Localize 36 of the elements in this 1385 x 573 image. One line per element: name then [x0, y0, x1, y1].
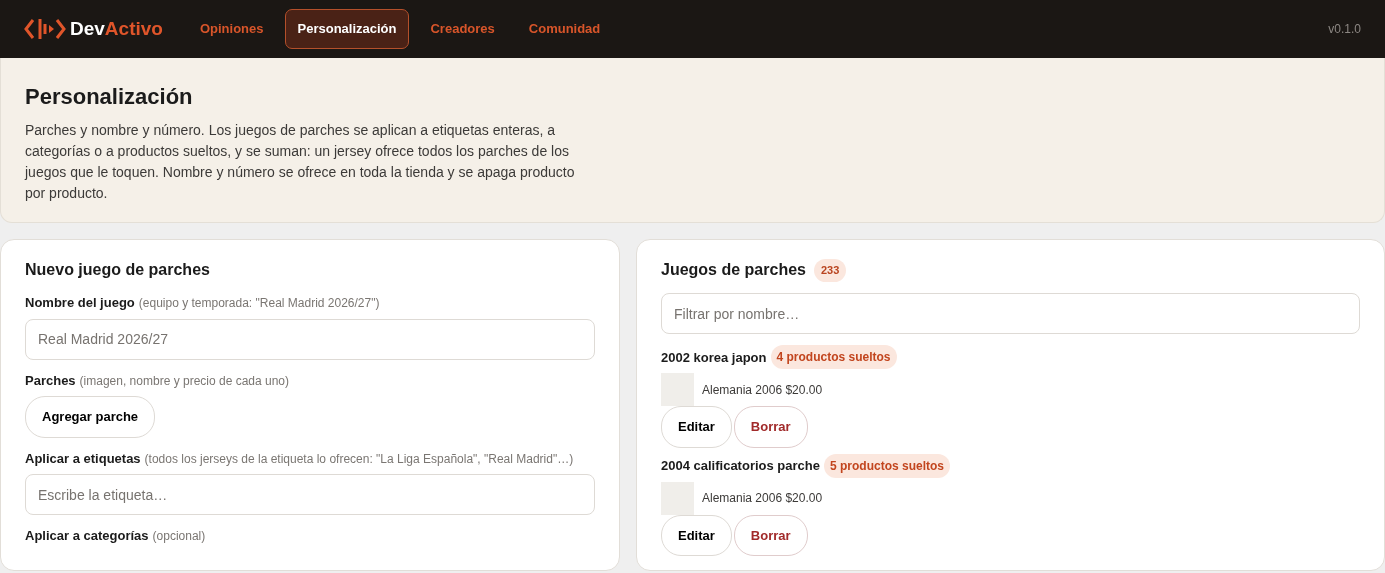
field-hint: (todos los jerseys de la etiqueta lo ofrecen: "La Liga Española", "Real Madrid"…)	[144, 450, 574, 468]
patch-info: Alemania 2006 $20.00	[702, 490, 823, 508]
patch-thumbnail	[661, 373, 694, 407]
page-title: Personalización	[25, 84, 194, 111]
field-label: Aplicar a categorías	[25, 527, 149, 546]
filter-field[interactable]: Filtrar por nombre…	[661, 293, 1360, 335]
count-badge: 233	[813, 259, 847, 282]
page-description: Parches y nombre y número. Los juegos de parches se aplican a etiquetas enteras, a categorías o a productos sueltos, y se suman: un jersey ofrece todos los parches de los juegos que le toquen. Nombre y número se ofrece en toda la tienda y se apaga producto por producto.	[25, 121, 576, 204]
nav-tab[interactable]: Opiniones	[186, 9, 277, 49]
edit-button[interactable]: Editar	[661, 406, 732, 448]
field-hint: (opcional)	[152, 528, 206, 546]
set-name: 2004 calificatorios parche	[661, 457, 820, 476]
delete-button[interactable]: Borrar	[733, 406, 808, 448]
nav-tab[interactable]: Creadores	[417, 9, 508, 49]
field-label: Nombre del juego	[25, 294, 135, 313]
set-name: 2002 korea japon	[661, 348, 767, 367]
logo-icon	[24, 16, 66, 42]
products-badge: 5 productos sueltos	[824, 453, 950, 478]
products-badge: 4 productos sueltos	[770, 345, 897, 370]
card-title: Juegos de parches	[661, 260, 806, 281]
field-hint: (equipo y temporada: "Real Madrid 2026/27")	[138, 295, 380, 313]
patch-thumbnail	[661, 481, 694, 515]
input-field[interactable]: Escribe la etiqueta…	[25, 474, 595, 516]
add-patch-button[interactable]: Agregar parche	[25, 396, 156, 438]
field-label: Aplicar a etiquetas	[25, 449, 141, 468]
field-hint: (imagen, nombre y precio de cada uno)	[79, 372, 290, 390]
field-label: Parches	[25, 371, 76, 390]
input-field[interactable]: Real Madrid 2026/27	[25, 318, 595, 360]
edit-button[interactable]: Editar	[661, 514, 732, 557]
delete-button[interactable]: Borrar	[733, 514, 808, 557]
brand-name[interactable]: DevActivo	[70, 14, 163, 44]
version-label: v0.1.0	[1328, 21, 1361, 38]
card-title: Nuevo juego de parches	[25, 260, 211, 281]
nav-tab[interactable]: Comunidad	[515, 9, 614, 49]
patch-info: Alemania 2006 $20.00	[702, 381, 823, 399]
nav-tab[interactable]: Personalización	[284, 9, 410, 49]
